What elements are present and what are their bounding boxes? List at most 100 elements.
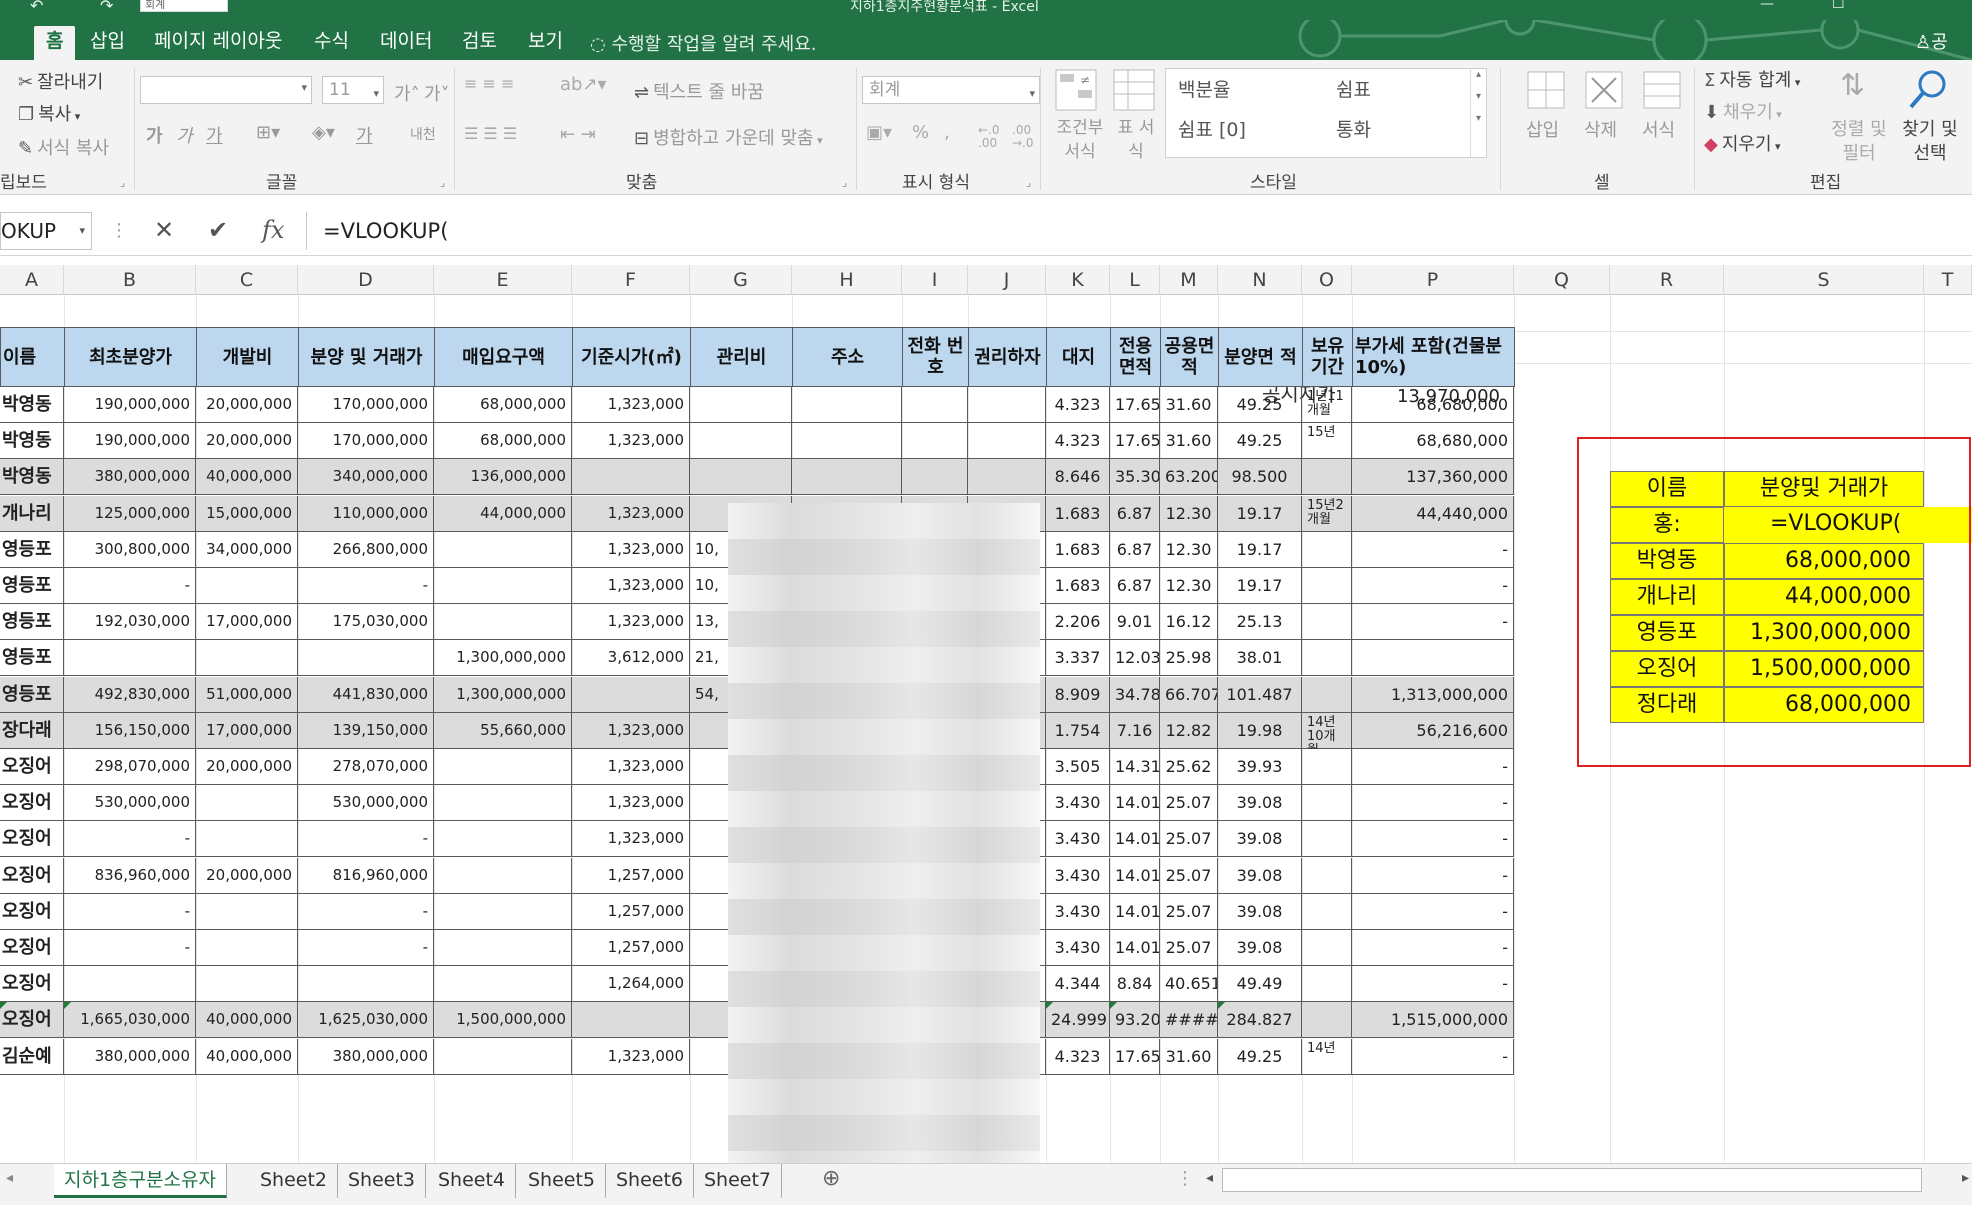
table-cell[interactable] [298,966,434,1003]
table-cell[interactable]: 190,000,000 [64,423,196,460]
table-cell[interactable] [902,423,968,460]
conditional-format-button[interactable]: 조건부 서식 [1050,116,1110,164]
table-cell[interactable]: 298,070,000 [64,749,196,785]
table-cell[interactable]: 8.909 [1046,676,1110,713]
column-header-j[interactable]: J [968,265,1046,295]
delete-cells-icon[interactable] [1582,68,1626,112]
table-cell[interactable]: 오징어 [0,749,64,785]
table-cell[interactable]: 15년 [1302,423,1352,460]
merge-center-button[interactable]: ⊟ 병합하고 가운데 맞춤 ▾ [634,124,823,150]
table-cell[interactable]: 14.01 [1110,930,1160,966]
table-cell[interactable]: - [298,893,434,930]
scroll-right-icon[interactable]: ▸ [1962,1170,1969,1186]
table-cell[interactable] [690,387,792,423]
table-cell[interactable]: 51,000,000 [196,676,298,713]
table-cell[interactable]: - [64,893,196,930]
gallery-scroll[interactable]: ▴ ▾ ▾ [1470,69,1486,157]
tab-formulas[interactable]: 수식 [302,26,361,60]
table-cell[interactable]: 12.30 [1160,531,1218,568]
table-cell[interactable]: 오징어 [0,1002,64,1039]
table-cell[interactable]: 오징어 [0,785,64,822]
cut-button[interactable]: ✂ 잘라내기 [18,68,103,94]
column-header-m[interactable]: M [1160,265,1218,295]
table-cell[interactable]: 139,150,000 [298,712,434,749]
grow-font-button[interactable]: 가˄ [394,80,420,106]
table-cell[interactable] [792,459,902,496]
wrap-text-button[interactable]: ⇌ 텍스트 줄 바꿈 [634,78,764,104]
table-cell[interactable]: 14.01 [1110,857,1160,894]
table-cell[interactable]: 4.344 [1046,966,1110,1003]
table-cell[interactable]: - [64,568,196,604]
table-cell[interactable]: 1,257,000 [572,893,690,930]
sheet-tab[interactable]: Sheet6 [606,1164,695,1198]
table-cell[interactable]: 25.98 [1160,640,1218,677]
table-cell[interactable]: 44,440,000 [1352,495,1514,532]
table-cell[interactable] [1302,676,1352,713]
table-cell[interactable]: 14.01 [1110,821,1160,858]
table-cell[interactable] [434,568,572,604]
table-cell[interactable]: 170,000,000 [298,423,434,460]
table-header-cell[interactable]: 보유 기간 [1302,327,1353,387]
table-cell[interactable]: 17.65 [1110,387,1160,423]
table-cell[interactable]: - [1352,749,1514,785]
sheet-tab[interactable]: Sheet2 [250,1164,339,1198]
table-cell[interactable]: 1,323,000 [572,531,690,568]
table-cell[interactable] [968,423,1046,460]
table-cell[interactable]: 영등포 [0,640,64,677]
style-currency[interactable]: 통화 [1336,115,1371,142]
table-format-icon[interactable] [1112,68,1156,112]
table-header-cell[interactable]: 부가세 포함(건물분10%) [1352,327,1515,387]
table-header-cell[interactable]: 주소 [792,327,903,387]
increase-decimal-button[interactable]: ←.0 .00 [978,124,1006,150]
number-launcher-icon[interactable]: ⌟ [1026,176,1031,189]
table-cell[interactable]: - [64,821,196,858]
table-cell[interactable]: 68,000,000 [434,423,572,460]
formula-input[interactable]: =VLOOKUP( [306,212,1972,250]
font-launcher-icon[interactable]: ⌟ [440,176,445,189]
table-cell[interactable]: 35.300 [1110,459,1160,496]
table-cell[interactable]: 12.30 [1160,495,1218,532]
table-cell[interactable]: 17,000,000 [196,712,298,749]
phonetic-button[interactable]: 내천 [410,124,436,144]
table-cell[interactable]: 19.17 [1218,531,1302,568]
cancel-icon[interactable]: ✕ [154,216,174,244]
table-cell[interactable]: 40,000,000 [196,1002,298,1039]
table-cell[interactable] [902,387,968,423]
comma-button[interactable]: , [944,122,950,143]
column-header-e[interactable]: E [434,265,572,295]
maximize-icon[interactable]: ☐ [1832,0,1845,12]
table-cell[interactable]: 63.200 [1160,459,1218,496]
table-header-cell[interactable]: 공용면 적 [1160,327,1219,387]
table-cell[interactable] [690,423,792,460]
enter-check-icon[interactable]: ✔ [208,216,228,244]
table-cell[interactable] [434,604,572,641]
table-cell[interactable] [434,930,572,966]
table-cell[interactable]: 25.07 [1160,785,1218,822]
table-cell[interactable]: 오징어 [0,857,64,894]
table-cell[interactable]: 17.65 [1110,423,1160,460]
table-header-cell[interactable]: 전용 면적 [1110,327,1161,387]
table-cell[interactable] [1302,459,1352,496]
table-cell[interactable]: 55,660,000 [434,712,572,749]
font-color-button[interactable]: 가 [356,122,373,148]
table-cell[interactable]: - [298,930,434,966]
table-cell[interactable]: 14년 10개월 [1302,712,1352,749]
fill-color-icon[interactable]: ◈▾ [312,122,335,143]
table-cell[interactable]: 530,000,000 [64,785,196,822]
table-cell[interactable]: 1,300,000,000 [434,676,572,713]
style-percent[interactable]: 백분율 [1178,75,1230,102]
column-header-c[interactable]: C [196,265,298,295]
table-cell[interactable]: 380,000,000 [64,1038,196,1075]
table-cell[interactable]: 34.780 [1110,676,1160,713]
table-cell[interactable]: 오징어 [0,930,64,966]
table-cell[interactable]: 1,625,030,000 [298,1002,434,1039]
clear-button[interactable]: ◆ 지우기 ▾ [1704,130,1781,156]
table-cell[interactable] [968,387,1046,423]
table-cell[interactable]: 1,500,000,000 [434,1002,572,1039]
table-cell[interactable]: 장다래 [0,712,64,749]
insert-function-icon[interactable]: fx [262,216,284,244]
table-cell[interactable]: 3.505 [1046,749,1110,785]
table-cell[interactable]: 39.08 [1218,821,1302,858]
quick-access-format-box[interactable]: 회계 [140,0,228,12]
column-header-a[interactable]: A [0,265,64,295]
